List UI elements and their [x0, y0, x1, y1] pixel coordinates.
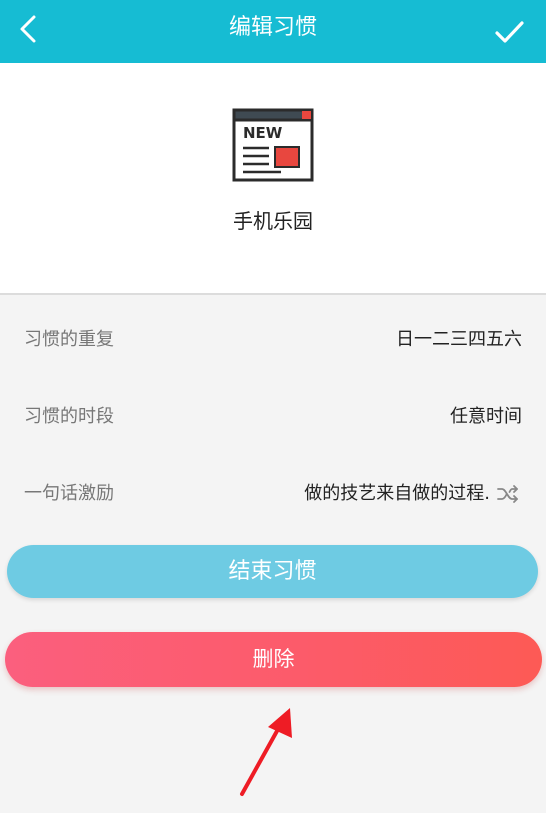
news-icon[interactable]: NEW	[231, 107, 315, 183]
confirm-button[interactable]	[490, 12, 530, 52]
period-row[interactable]: 习惯的时段 任意时间	[0, 387, 546, 447]
top-bar: 编辑习惯	[0, 0, 546, 63]
motto-value: 做的技艺来自做的过程.	[304, 483, 490, 504]
shuffle-icon[interactable]	[496, 482, 520, 506]
motto-row[interactable]: 一句话激励 做的技艺来自做的过程.	[0, 464, 546, 524]
repeat-value: 日一二三四五六	[396, 329, 522, 350]
habit-name: 手机乐园	[233, 209, 313, 233]
delete-button[interactable]: 删除	[5, 632, 542, 687]
red-arrow-annotation	[240, 708, 292, 796]
page-title: 编辑习惯	[228, 15, 317, 40]
end-habit-button[interactable]: 结束习惯	[7, 545, 538, 598]
repeat-label: 习惯的重复	[24, 329, 114, 350]
period-label: 习惯的时段	[24, 406, 114, 427]
repeat-row[interactable]: 习惯的重复 日一二三四五六	[0, 310, 546, 370]
motto-label: 一句话激励	[24, 483, 114, 504]
habit-card: NEW 手机乐园	[0, 63, 546, 295]
news-icon-text: NEW	[243, 124, 283, 142]
period-value: 任意时间	[450, 406, 522, 427]
checkmark-icon	[495, 21, 524, 43]
